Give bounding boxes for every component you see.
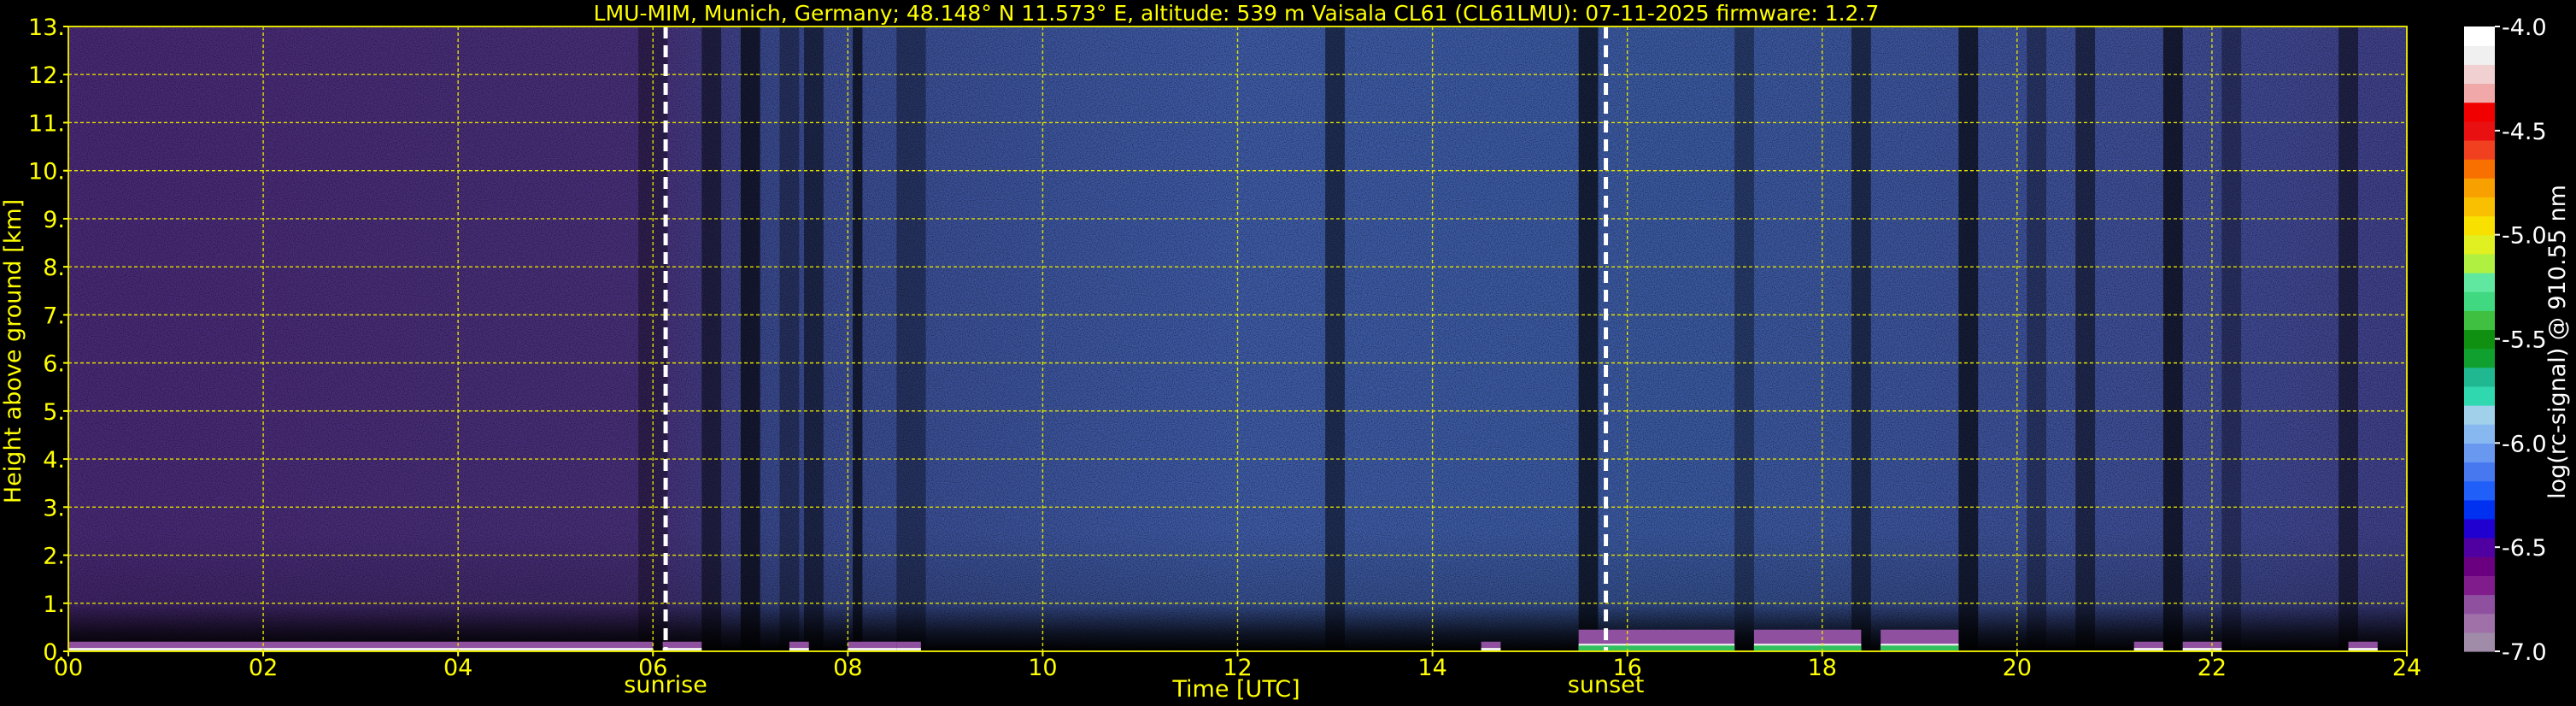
colorbar-swatch	[2464, 499, 2495, 520]
colorbar-swatch	[2464, 26, 2495, 46]
colorbar-swatch	[2464, 405, 2495, 425]
colorbar-swatch	[2464, 197, 2495, 217]
colorbar-swatch	[2464, 83, 2495, 103]
x-axis-label: Time [UTC]	[1171, 676, 1300, 703]
y-tick-label: 9.	[43, 207, 65, 233]
colorbar-swatch	[2464, 291, 2495, 311]
colorbar-swatch	[2464, 480, 2495, 501]
ceilometer-chart: LMU-MIM, Munich, Germany; 48.148° N 11.5…	[0, 0, 2576, 706]
colorbar-swatch	[2464, 310, 2495, 331]
y-axis-label: Height above ground [km]	[0, 199, 26, 503]
y-tick-label: 0.	[43, 639, 65, 666]
x-tick-label: 16	[1612, 655, 1641, 681]
colorbar-swatch	[2464, 64, 2495, 85]
aerosol-layer-base	[1578, 645, 1735, 651]
x-tick-label: 10	[1028, 655, 1057, 681]
y-tick-label: 8.	[43, 255, 65, 281]
y-tick-label: 11.	[28, 110, 65, 137]
chart-title: LMU-MIM, Munich, Germany; 48.148° N 11.5…	[594, 1, 1880, 26]
x-tick-label: 08	[833, 655, 862, 681]
colorbar-swatch	[2464, 139, 2495, 160]
colorbar-swatch	[2464, 234, 2495, 255]
colorbar-swatch	[2464, 159, 2495, 179]
colorbar-tick-label: -6.0	[2502, 431, 2547, 457]
colorbar-swatch	[2464, 556, 2495, 576]
x-tick-label: 24	[2392, 655, 2421, 681]
colorbar-tick-label: -4.0	[2502, 15, 2547, 41]
y-tick-label: 1.	[43, 591, 65, 618]
y-tick-label: 13.	[28, 15, 65, 41]
colorbar-tick-label: -5.0	[2502, 223, 2547, 250]
y-tick-label: 10.	[28, 159, 65, 185]
colorbar-swatch	[2464, 518, 2495, 538]
y-tick-label: 12.	[28, 62, 65, 89]
x-tick-label: 02	[249, 655, 278, 681]
colorbar-swatch	[2464, 385, 2495, 406]
colorbar-tick-label: -5.5	[2502, 327, 2547, 354]
x-tick-label: 04	[443, 655, 472, 681]
colorbar-swatch	[2464, 594, 2495, 615]
colorbar-swatch	[2464, 613, 2495, 633]
colorbar-tick-label: -6.5	[2502, 535, 2547, 562]
y-tick-label: 6.	[43, 351, 65, 378]
colorbar-swatch	[2464, 443, 2495, 463]
y-tick-label: 7.	[43, 303, 65, 329]
colorbar-swatch	[2464, 253, 2495, 274]
colorbar-swatch	[2464, 178, 2495, 197]
x-tick-label: 14	[1417, 655, 1446, 681]
colorbar-swatch	[2464, 424, 2495, 444]
colorbar-label: log(rc-signal) @ 910.55 nm	[2544, 185, 2571, 499]
x-tick-label: 20	[2003, 655, 2032, 681]
aerosol-layer-base	[1881, 645, 1959, 651]
colorbar-swatch	[2464, 575, 2495, 596]
colorbar-swatch	[2464, 272, 2495, 292]
x-tick-label: 06	[638, 655, 667, 681]
colorbar-swatch	[2464, 45, 2495, 65]
colorbar-swatch	[2464, 102, 2495, 122]
colorbar-tick-label: -7.0	[2502, 639, 2547, 666]
y-tick-label: 3.	[43, 495, 65, 521]
colorbar-swatch	[2464, 121, 2495, 141]
x-tick-label: 22	[2198, 655, 2227, 681]
colorbar-swatch	[2464, 367, 2495, 387]
y-tick-label: 2.	[43, 544, 65, 570]
y-tick-label: 4.	[43, 447, 65, 474]
colorbar-swatch	[2464, 329, 2495, 350]
colorbar-swatch	[2464, 632, 2495, 652]
colorbar-swatch	[2464, 538, 2495, 557]
aerosol-layer-base	[1753, 645, 1862, 651]
x-tick-label: 18	[1808, 655, 1837, 681]
colorbar-swatch	[2464, 215, 2495, 236]
colorbar-tick-label: -4.5	[2502, 119, 2547, 145]
colorbar-swatch	[2464, 348, 2495, 368]
colorbar-swatch	[2464, 462, 2495, 482]
y-tick-label: 5.	[43, 399, 65, 426]
